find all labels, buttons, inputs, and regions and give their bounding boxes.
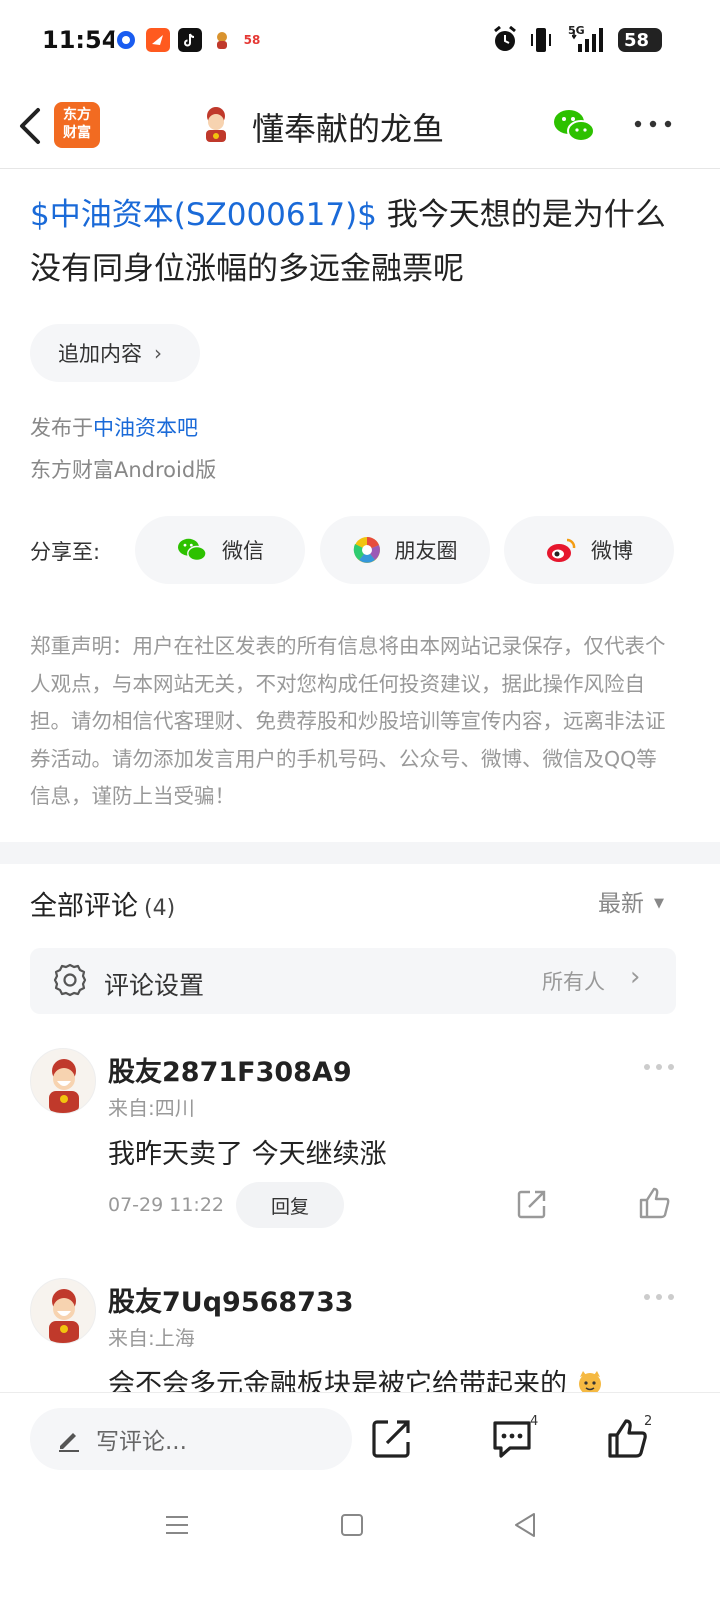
write-comment-placeholder: 写评论...: [96, 1429, 187, 1455]
disclaimer: 郑重声明：用户在社区发表的所有信息将由本网站记录保存，仅代表个人观点，与本网站无…: [30, 634, 666, 808]
sort-dropdown[interactable]: 最新 ▼: [598, 884, 664, 918]
battery-indicator: 58: [618, 28, 662, 52]
comments-count: (4): [144, 896, 176, 921]
back-nav-icon[interactable]: [510, 1510, 540, 1540]
share-comment-icon[interactable]: [516, 1188, 548, 1220]
eastmoney-logo[interactable]: 东方财富: [54, 102, 100, 148]
feishu-icon: [146, 28, 170, 52]
nav-divider: [0, 168, 720, 169]
back-icon[interactable]: [14, 104, 50, 148]
page-title[interactable]: 懂奉献的龙鱼: [252, 104, 444, 150]
share-moments-label: 朋友圈: [394, 539, 458, 563]
commenter-name[interactable]: 股友2871F308A9: [108, 1050, 352, 1089]
client-info: 东方财富Android版: [30, 458, 217, 482]
comment-count-badge: 4: [530, 1414, 539, 1429]
like-count-badge: 2: [644, 1414, 653, 1429]
stock-link[interactable]: $中油资本(SZ000617)$: [30, 197, 377, 233]
share-weibo-button[interactable]: 微博: [504, 516, 674, 584]
add-content-button[interactable]: 追加内容 ›: [30, 324, 200, 382]
58-icon: 58: [240, 28, 264, 52]
share-wechat-label: 微信: [222, 539, 264, 563]
chevron-right-icon: ›: [630, 962, 641, 992]
comment-time: 07-29 11:22: [108, 1194, 225, 1216]
commenter-name[interactable]: 股友7Uq9568733: [108, 1280, 354, 1319]
moments-icon: [353, 537, 380, 563]
comment-settings-value: 所有人: [542, 970, 605, 994]
comments-title: 全部评论 (4): [30, 884, 175, 923]
comment-body: 我昨天卖了 今天继续涨: [108, 1139, 387, 1170]
caret-down-icon: ▼: [654, 896, 664, 911]
sort-label: 最新: [598, 891, 644, 917]
comment-more-icon[interactable]: [642, 1062, 676, 1072]
bar-link[interactable]: 中油资本吧: [93, 416, 198, 440]
system-nav-bar: [0, 1492, 720, 1604]
status-time: 11:54: [42, 26, 119, 54]
home-icon[interactable]: [338, 1510, 366, 1540]
tiktok-icon: [178, 28, 202, 52]
menu-icon[interactable]: [162, 1510, 192, 1540]
chevron-right-icon: ›: [154, 341, 162, 365]
signal-icon: [572, 28, 603, 52]
share-post-icon[interactable]: [370, 1416, 414, 1460]
section-separator: [0, 842, 720, 864]
commenter-location: 来自:上海: [108, 1326, 195, 1350]
reply-button[interactable]: 回复: [236, 1182, 344, 1228]
share-wechat-button[interactable]: 微信: [135, 516, 305, 584]
published-in: 发布于中油资本吧: [30, 412, 198, 442]
post-content: $中油资本(SZ000617)$ 我今天想的是为什么没有同身位涨幅的多远金融票呢: [30, 188, 690, 296]
comment-settings-label: 评论设置: [104, 971, 205, 1000]
browser-icon: [114, 28, 138, 52]
write-comment-input[interactable]: 写评论...: [30, 1408, 352, 1470]
eastmoney-logo-text: 东方财富: [63, 107, 91, 141]
comment-icon[interactable]: [490, 1416, 534, 1460]
vibrate-icon: [531, 28, 551, 52]
like-icon[interactable]: [638, 1186, 672, 1220]
commenter-location: 来自:四川: [108, 1096, 195, 1120]
share-weibo-label: 微博: [591, 539, 633, 563]
add-content-label: 追加内容: [58, 342, 142, 366]
comments-title-label: 全部评论: [30, 891, 138, 922]
weibo-icon: [547, 538, 576, 562]
commenter-avatar[interactable]: [30, 1048, 96, 1114]
published-prefix: 发布于: [30, 416, 93, 440]
game-icon: [210, 28, 234, 52]
pencil-icon: [59, 1433, 79, 1452]
alarm-icon: [494, 26, 516, 51]
gear-icon: [53, 963, 87, 997]
wechat-icon: [178, 538, 207, 562]
share-label: 分享至:: [30, 540, 101, 564]
comment-more-icon[interactable]: [642, 1292, 676, 1302]
share-moments-button[interactable]: 朋友圈: [320, 516, 490, 584]
commenter-avatar[interactable]: [30, 1278, 96, 1344]
wechat-share-icon[interactable]: [552, 106, 596, 146]
author-avatar[interactable]: [196, 104, 236, 144]
more-options-icon[interactable]: [632, 114, 674, 134]
